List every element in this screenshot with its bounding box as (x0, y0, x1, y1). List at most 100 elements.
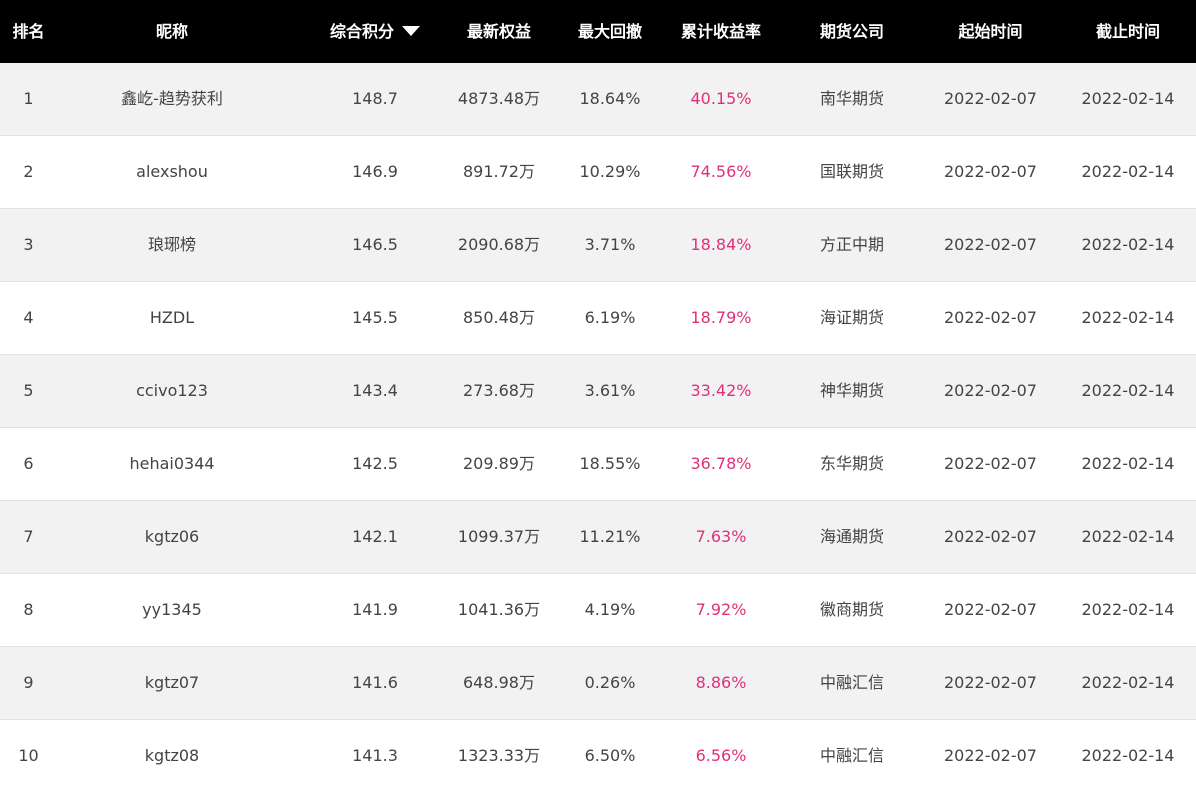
table-row[interactable]: 8 yy1345 141.9 1041.36万 4.19% 7.92% 徽商期货… (0, 574, 1196, 647)
sort-descending-icon[interactable] (402, 25, 420, 36)
column-header-return[interactable]: 累计收益率 (665, 0, 777, 63)
cell-score: 145.5 (352, 308, 398, 327)
cell-score: 141.3 (352, 746, 398, 765)
cell-name[interactable]: yy1345 (72, 574, 272, 646)
column-header-end[interactable]: 截止时间 (1065, 0, 1191, 63)
cell-drawdown: 18.64% (579, 89, 641, 108)
cell-drawdown: 4.19% (584, 600, 636, 619)
cell-score: 141.9 (352, 600, 398, 619)
cell-equity: 4873.48万 (457, 89, 541, 108)
table-row[interactable]: 4 HZDL 145.5 850.48万 6.19% 18.79% 海证期货 2… (0, 282, 1196, 355)
cell-score: 143.4 (352, 381, 398, 400)
table-row[interactable]: 6 hehai0344 142.5 209.89万 18.55% 36.78% … (0, 428, 1196, 501)
cell-return: 6.56% (695, 746, 747, 765)
cell-end: 2022-02-14 (1081, 381, 1175, 400)
cell-start: 2022-02-07 (944, 600, 1037, 619)
cell-score: 141.6 (352, 673, 398, 692)
cell-broker: 神华期货 (819, 381, 884, 400)
cell-score: 142.1 (352, 527, 398, 546)
cell-name[interactable]: alexshou (72, 136, 272, 208)
cell-rank: 2 (23, 162, 34, 181)
cell-name[interactable]: kgtz07 (72, 647, 272, 719)
cell-score: 148.7 (352, 89, 398, 108)
table-row[interactable]: 5 ccivo123 143.4 273.68万 3.61% 33.42% 神华… (0, 355, 1196, 428)
cell-return: 7.63% (695, 527, 747, 546)
cell-name[interactable]: ccivo123 (72, 355, 272, 427)
cell-drawdown: 18.55% (579, 454, 641, 473)
cell-broker: 国联期货 (819, 162, 884, 181)
cell-return: 33.42% (690, 381, 752, 400)
cell-drawdown: 3.71% (584, 235, 636, 254)
cell-name[interactable]: hehai0344 (72, 428, 272, 500)
cell-return: 36.78% (690, 454, 752, 473)
table-row[interactable]: 3 琅琊榜 146.5 2090.68万 3.71% 18.84% 方正中期 2… (0, 209, 1196, 282)
cell-name[interactable]: kgtz08 (72, 720, 272, 789)
cell-start: 2022-02-07 (944, 308, 1037, 327)
cell-equity: 648.98万 (463, 673, 535, 692)
cell-drawdown: 11.21% (579, 527, 641, 546)
cell-equity: 1323.33万 (457, 746, 541, 765)
cell-return: 40.15% (690, 89, 752, 108)
table-body: 1 鑫屹-趋势获利 148.7 4873.48万 18.64% 40.15% 南… (0, 63, 1196, 789)
cell-name[interactable]: 琅琊榜 (72, 209, 272, 281)
cell-rank: 9 (23, 673, 34, 692)
cell-broker: 东华期货 (819, 454, 884, 473)
cell-start: 2022-02-07 (944, 235, 1037, 254)
cell-drawdown: 6.19% (584, 308, 636, 327)
cell-name[interactable]: 鑫屹-趋势获利 (72, 63, 272, 135)
cell-start: 2022-02-07 (944, 162, 1037, 181)
cell-start: 2022-02-07 (944, 381, 1037, 400)
cell-end: 2022-02-14 (1081, 89, 1175, 108)
cell-equity: 850.48万 (463, 308, 535, 327)
table-row[interactable]: 9 kgtz07 141.6 648.98万 0.26% 8.86% 中融汇信 … (0, 647, 1196, 720)
cell-rank: 4 (23, 308, 34, 327)
cell-end: 2022-02-14 (1081, 308, 1175, 327)
cell-end: 2022-02-14 (1081, 600, 1175, 619)
table-row[interactable]: 7 kgtz06 142.1 1099.37万 11.21% 7.63% 海通期… (0, 501, 1196, 574)
cell-return: 7.92% (695, 600, 747, 619)
column-header-broker[interactable]: 期货公司 (790, 0, 914, 63)
cell-equity: 1099.37万 (457, 527, 541, 546)
table-header: 排名 昵称 综合积分 最新权益 最大回撤 累计收益率 期货公司 起始时间 截止时… (0, 0, 1196, 63)
column-header-score[interactable]: 综合积分 (320, 0, 430, 63)
cell-drawdown: 10.29% (579, 162, 641, 181)
cell-name[interactable]: HZDL (72, 282, 272, 354)
cell-equity: 209.89万 (463, 454, 535, 473)
cell-return: 8.86% (695, 673, 747, 692)
cell-drawdown: 6.50% (584, 746, 636, 765)
column-header-start[interactable]: 起始时间 (928, 0, 1053, 63)
cell-equity: 1041.36万 (457, 600, 541, 619)
column-header-equity[interactable]: 最新权益 (440, 0, 558, 63)
cell-broker: 中融汇信 (819, 673, 884, 692)
cell-end: 2022-02-14 (1081, 454, 1175, 473)
cell-score: 146.9 (352, 162, 398, 181)
cell-equity: 273.68万 (463, 381, 535, 400)
table-row[interactable]: 2 alexshou 146.9 891.72万 10.29% 74.56% 国… (0, 136, 1196, 209)
table-row[interactable]: 10 kgtz08 141.3 1323.33万 6.50% 6.56% 中融汇… (0, 720, 1196, 789)
column-header-rank[interactable]: 排名 (0, 0, 57, 63)
table-row[interactable]: 1 鑫屹-趋势获利 148.7 4873.48万 18.64% 40.15% 南… (0, 63, 1196, 136)
cell-broker: 海通期货 (819, 527, 884, 546)
cell-start: 2022-02-07 (944, 527, 1037, 546)
cell-equity: 2090.68万 (457, 235, 541, 254)
cell-end: 2022-02-14 (1081, 162, 1175, 181)
column-header-drawdown[interactable]: 最大回撤 (565, 0, 655, 63)
cell-drawdown: 0.26% (584, 673, 636, 692)
cell-end: 2022-02-14 (1081, 673, 1175, 692)
cell-score: 142.5 (352, 454, 398, 473)
cell-name[interactable]: kgtz06 (72, 501, 272, 573)
cell-rank: 1 (23, 89, 34, 108)
cell-start: 2022-02-07 (944, 454, 1037, 473)
cell-rank: 6 (23, 454, 34, 473)
cell-broker: 海证期货 (819, 308, 884, 327)
cell-rank: 10 (18, 746, 39, 765)
column-header-name[interactable]: 昵称 (72, 0, 272, 63)
cell-end: 2022-02-14 (1081, 746, 1175, 765)
cell-return: 18.79% (690, 308, 752, 327)
cell-broker: 方正中期 (819, 235, 884, 254)
cell-broker: 中融汇信 (819, 746, 884, 765)
cell-rank: 3 (23, 235, 34, 254)
cell-broker: 南华期货 (819, 89, 884, 108)
cell-rank: 8 (23, 600, 34, 619)
cell-equity: 891.72万 (463, 162, 535, 181)
